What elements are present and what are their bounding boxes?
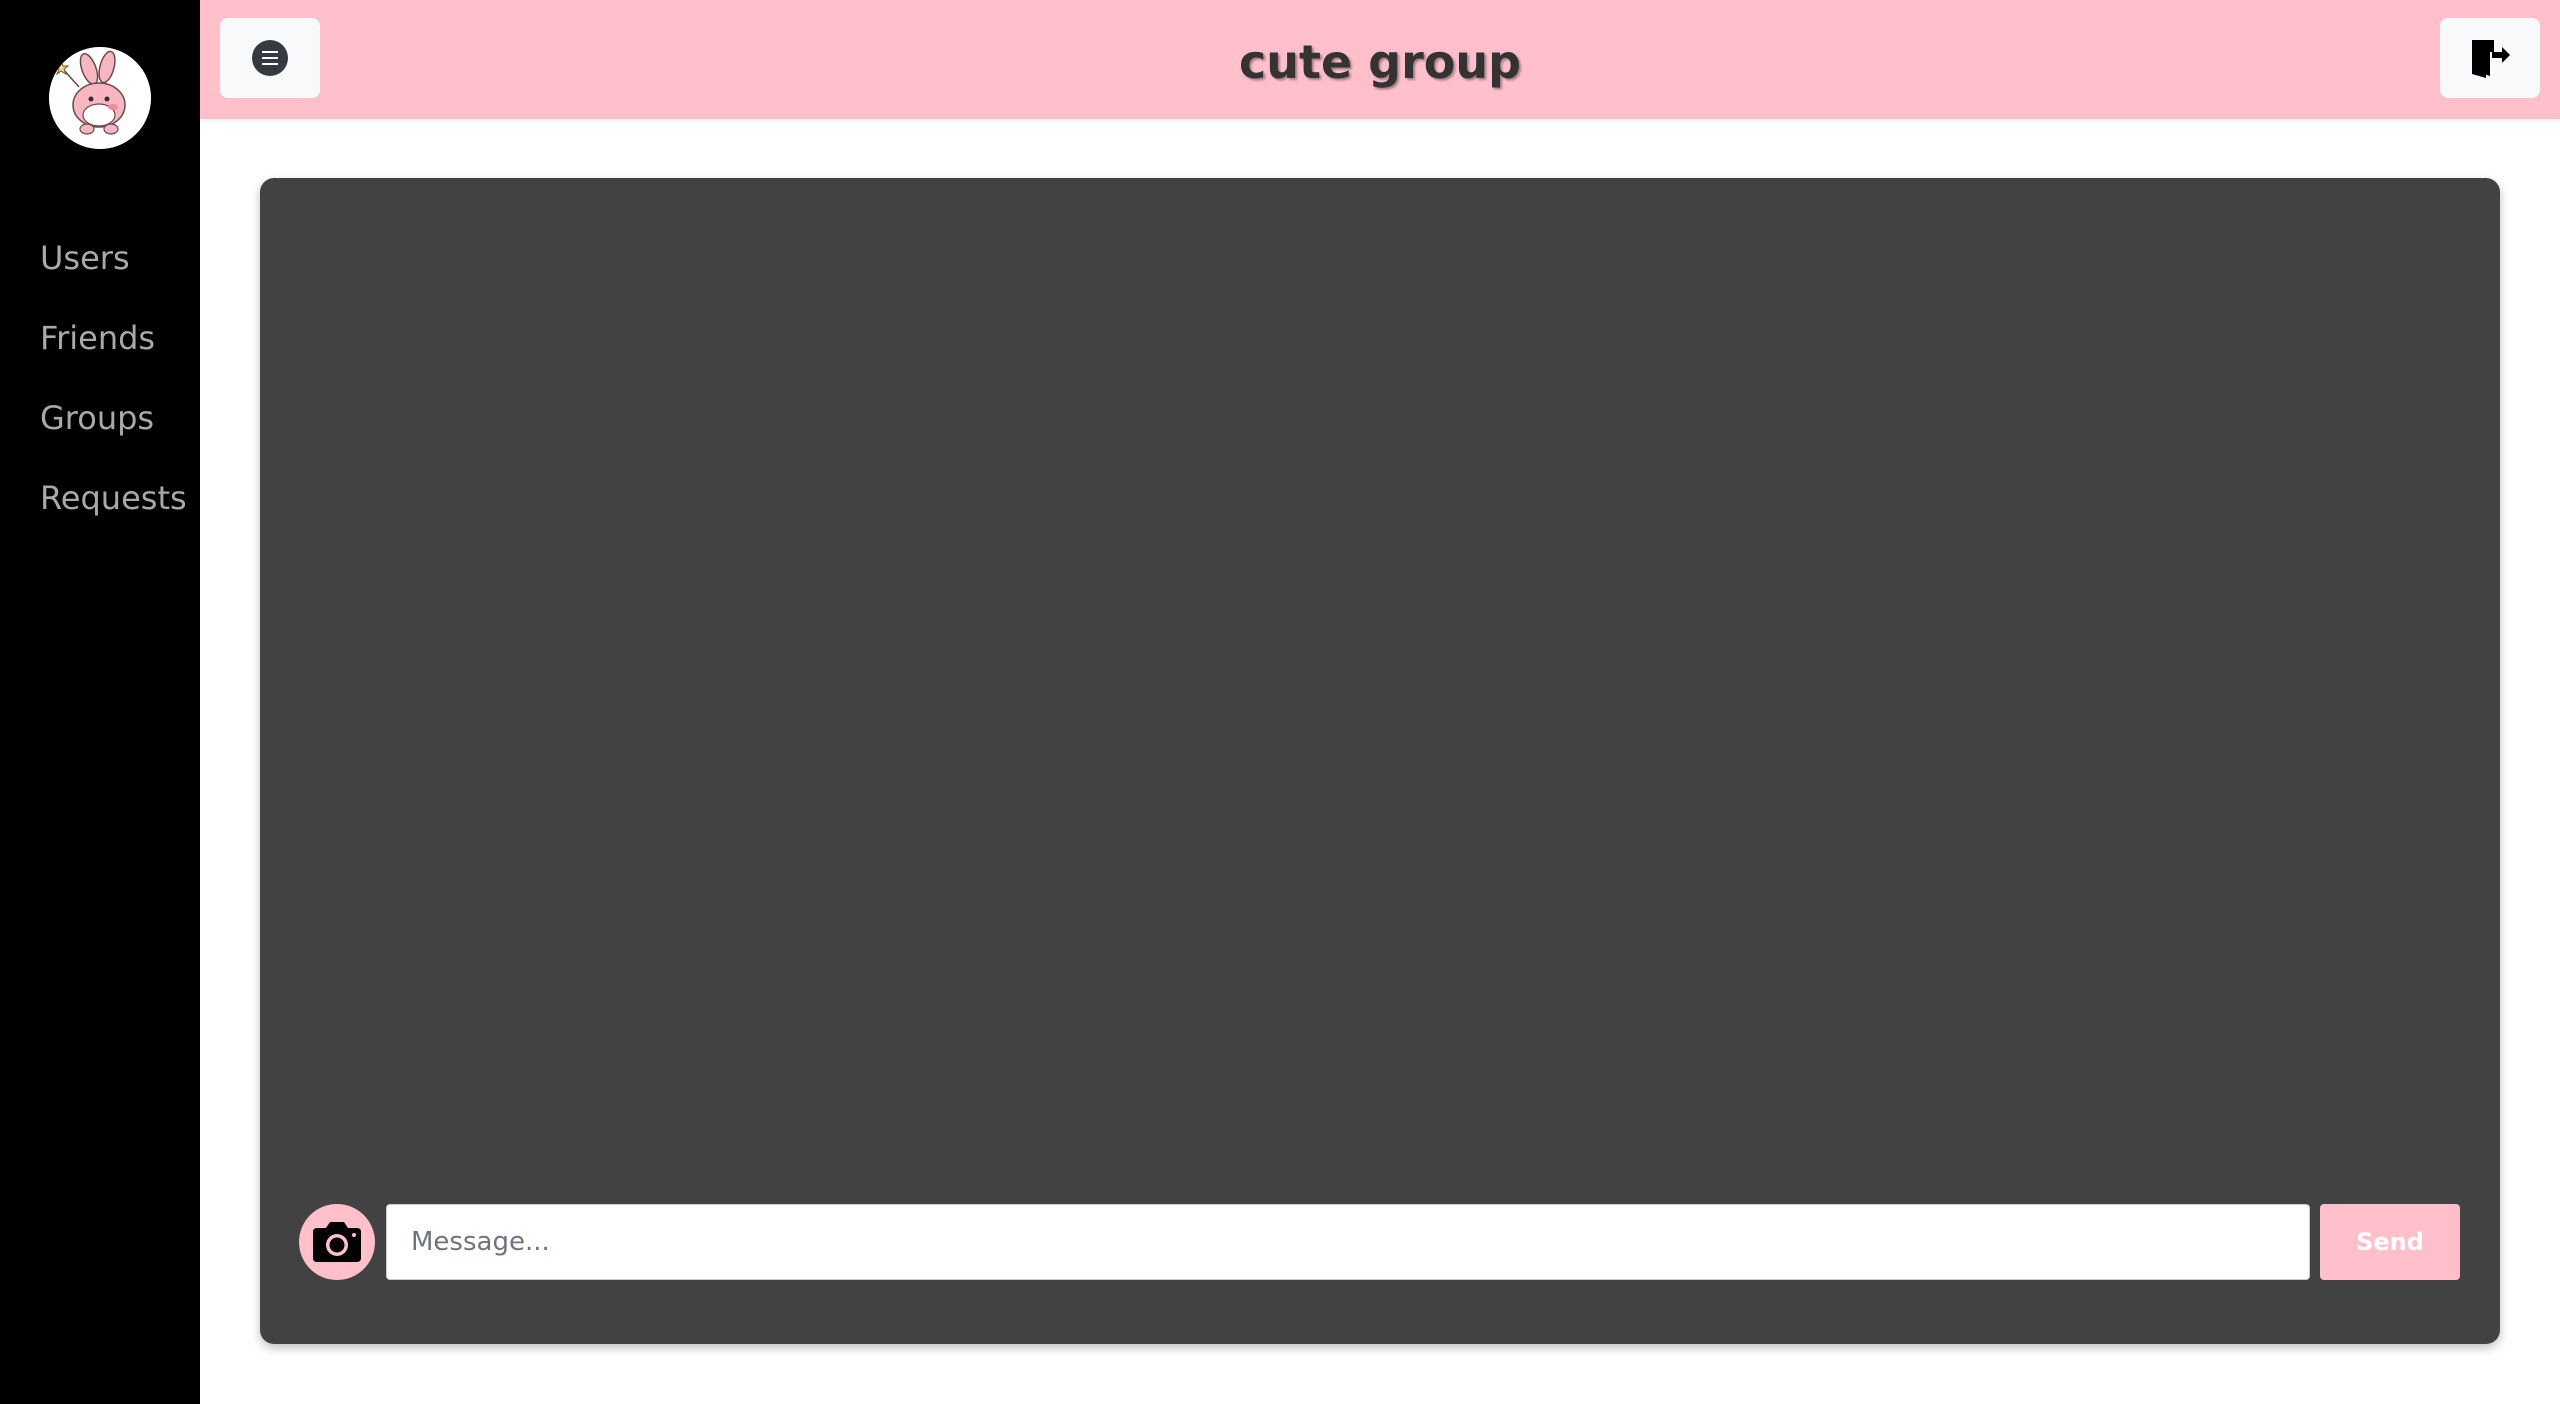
message-input[interactable] — [386, 1204, 2310, 1280]
sidebar-item-friends[interactable]: Friends — [40, 310, 200, 390]
sidebar-nav: Users Friends Groups Requests — [40, 230, 200, 550]
avatar[interactable] — [49, 47, 151, 149]
header-bar: cute group — [200, 0, 2560, 119]
camera-icon — [313, 1222, 361, 1262]
chat-panel: Send — [260, 178, 2500, 1344]
sidebar-item-groups[interactable]: Groups — [40, 390, 200, 470]
message-list — [260, 178, 2500, 1178]
sidebar-item-users[interactable]: Users — [40, 230, 200, 310]
camera-button[interactable] — [299, 1204, 375, 1280]
sidebar-item-requests[interactable]: Requests — [40, 470, 200, 550]
sidebar: Users Friends Groups Requests — [0, 0, 200, 1404]
page-title: cute group — [1238, 35, 1522, 89]
bunny-avatar-icon — [49, 47, 151, 149]
send-button[interactable]: Send — [2320, 1204, 2460, 1280]
logout-button[interactable] — [2440, 18, 2540, 98]
door-exit-icon — [2472, 40, 2510, 78]
